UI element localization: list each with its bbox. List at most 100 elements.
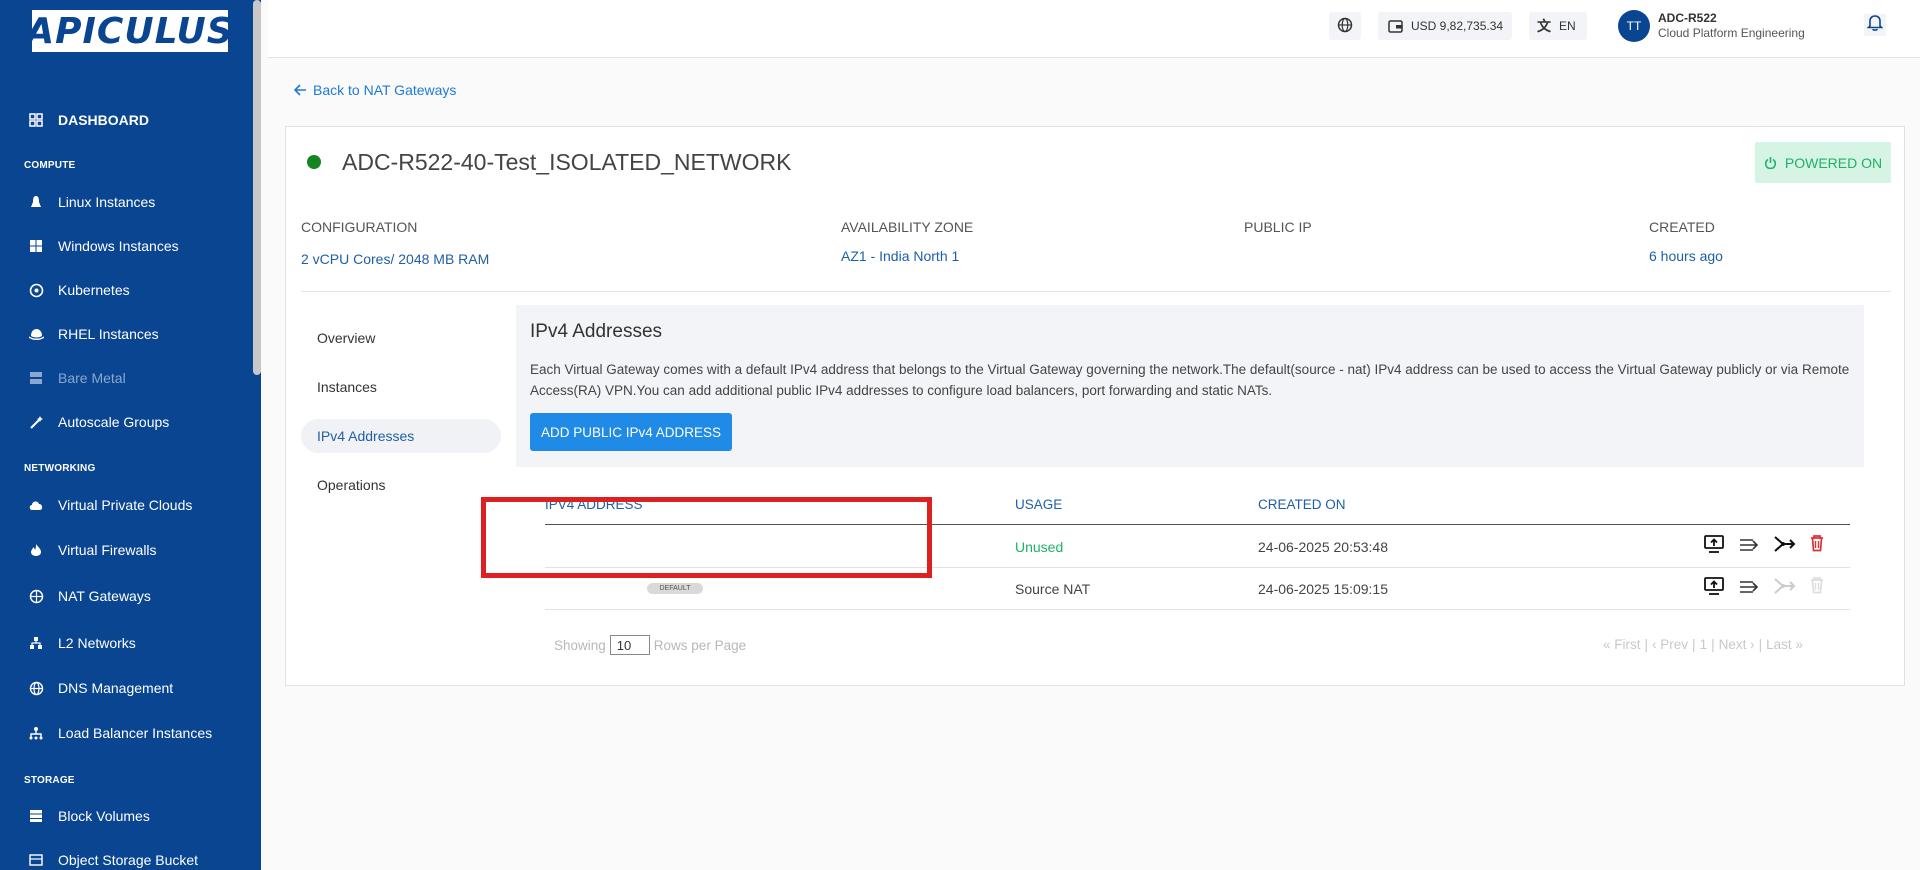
user-name: ADC-R522 xyxy=(1658,11,1717,25)
user-info[interactable]: ADC-R522 Cloud Platform Engineering xyxy=(1658,11,1805,40)
forward-lines-icon xyxy=(1739,537,1759,558)
sidebar: APICULUS DASHBOARD COMPUTE Linux Instanc… xyxy=(0,0,261,870)
static-nat-button[interactable] xyxy=(1774,535,1796,557)
arrow-left-icon xyxy=(294,84,307,96)
highlight-box xyxy=(481,497,932,578)
sidebar-item-label: Windows Instances xyxy=(58,238,179,254)
server-icon xyxy=(28,370,44,386)
sidebar-item-nat-gateways[interactable]: NAT Gateways xyxy=(0,580,261,612)
sidebar-item-label: L2 Networks xyxy=(58,635,136,651)
sidebar-item-label: Autoscale Groups xyxy=(58,414,170,430)
public-ip-label: PUBLIC IP xyxy=(1244,219,1312,235)
storage-icon xyxy=(28,808,44,824)
tab-label: Instances xyxy=(317,379,377,395)
user-org: Cloud Platform Engineering xyxy=(1658,26,1805,40)
sidebar-item-linux-instances[interactable]: Linux Instances xyxy=(0,186,261,218)
sidebar-item-label: NAT Gateways xyxy=(58,588,151,604)
row-divider xyxy=(545,609,1850,610)
sidebar-item-label: DASHBOARD xyxy=(58,112,149,128)
port-forwarding-button[interactable] xyxy=(1738,578,1760,600)
ipv4-info-panel: IPv4 Addresses Each Virtual Gateway come… xyxy=(516,305,1864,467)
column-header-usage[interactable]: USAGE xyxy=(1015,497,1062,512)
rows-per-page-control: Showing Rows per Page xyxy=(554,635,746,655)
kubernetes-icon xyxy=(28,282,44,298)
column-header-created-on[interactable]: CREATED ON xyxy=(1258,497,1346,512)
sidebar-item-kubernetes[interactable]: Kubernetes xyxy=(0,274,261,306)
sidebar-item-label: Object Storage Bucket xyxy=(58,852,199,868)
sidebar-item-label: Linux Instances xyxy=(58,194,156,210)
next-page-link[interactable]: Next › xyxy=(1719,637,1755,652)
availability-zone-label: AVAILABILITY ZONE xyxy=(841,219,974,235)
grid-icon xyxy=(28,112,44,128)
usage-cell: Unused xyxy=(1015,539,1064,555)
wallet-balance[interactable]: USD 9,82,735.34 xyxy=(1378,12,1512,40)
top-header: USD 9,82,735.34 文 EN TT ADC-R522 Cloud P… xyxy=(268,0,1920,58)
sidebar-item-autoscale-groups[interactable]: Autoscale Groups xyxy=(0,406,261,438)
translate-icon: 文 xyxy=(1537,18,1551,34)
port-forwarding-button[interactable] xyxy=(1738,536,1760,558)
apiculus-logo[interactable]: APICULUS xyxy=(26,10,233,52)
power-icon xyxy=(1764,156,1777,170)
pager-separator: | xyxy=(1692,637,1696,652)
sidebar-item-load-balancer-instances[interactable]: Load Balancer Instances xyxy=(0,717,261,749)
delete-button-disabled xyxy=(1806,576,1828,598)
tab-operations[interactable]: Operations xyxy=(301,468,501,502)
sidebar-item-label: Bare Metal xyxy=(58,370,126,386)
sidebar-item-dns-management[interactable]: DNS Management xyxy=(0,672,261,704)
notifications-button[interactable] xyxy=(1864,14,1886,36)
delete-button[interactable] xyxy=(1806,534,1828,556)
sidebar-item-object-storage-bucket[interactable]: Object Storage Bucket xyxy=(0,844,261,870)
back-to-nat-gateways-link[interactable]: Back to NAT Gateways xyxy=(294,82,456,98)
tab-label: Operations xyxy=(317,477,386,493)
avatar[interactable]: TT xyxy=(1618,10,1650,42)
divider xyxy=(301,291,1891,292)
avatar-initials: TT xyxy=(1626,19,1642,33)
pagination: « First | ‹ Prev | 1 | Next › | Last » xyxy=(1603,637,1803,652)
section-description: Each Virtual Gateway comes with a defaul… xyxy=(530,362,1850,398)
tab-ipv4-addresses[interactable]: IPv4 Addresses xyxy=(301,419,501,453)
sidebar-item-label: Block Volumes xyxy=(58,808,150,824)
magic-wand-icon xyxy=(28,414,44,430)
globe-button[interactable] xyxy=(1329,12,1361,40)
language-selector[interactable]: 文 EN xyxy=(1529,12,1587,40)
nat-arrow-icon xyxy=(1774,576,1796,601)
firewall-icon xyxy=(28,542,44,558)
rows-per-page-input[interactable] xyxy=(609,635,650,655)
back-link-text: Back to NAT Gateways xyxy=(313,82,457,98)
first-page-link[interactable]: « First xyxy=(1603,637,1641,652)
tab-instances[interactable]: Instances xyxy=(301,370,501,404)
sidebar-item-dashboard[interactable]: DASHBOARD xyxy=(0,104,261,136)
default-badge: DEFAULT xyxy=(647,583,703,594)
tab-overview[interactable]: Overview xyxy=(301,321,501,355)
sidebar-item-l2-networks[interactable]: L2 Networks xyxy=(0,627,261,659)
section-storage: STORAGE xyxy=(24,775,75,786)
monitor-upload-button[interactable] xyxy=(1703,534,1725,557)
sidebar-item-rhel-instances[interactable]: RHEL Instances xyxy=(0,318,261,350)
section-compute: COMPUTE xyxy=(24,160,76,171)
add-public-ipv4-button[interactable]: ADD PUBLIC IPv4 ADDRESS xyxy=(530,413,732,451)
sidebar-item-virtual-firewalls[interactable]: Virtual Firewalls xyxy=(0,534,261,566)
current-page[interactable]: 1 xyxy=(1700,637,1708,652)
pager-separator: | xyxy=(1644,637,1649,652)
sidebar-item-label: Load Balancer Instances xyxy=(58,725,213,741)
forward-lines-icon xyxy=(1739,579,1759,600)
status-indicator xyxy=(307,155,321,169)
created-value: 6 hours ago xyxy=(1649,248,1723,264)
balance-text: USD 9,82,735.34 xyxy=(1411,19,1504,33)
gateway-detail-card: ADC-R522-40-Test_ISOLATED_NETWORK POWERE… xyxy=(285,126,1905,686)
sidebar-item-virtual-private-clouds[interactable]: Virtual Private Clouds xyxy=(0,489,261,521)
sidebar-item-label: Virtual Firewalls xyxy=(58,542,157,558)
language-text: EN xyxy=(1559,19,1576,33)
created-on-cell: 24-06-2025 15:09:15 xyxy=(1258,581,1388,597)
section-title: IPv4 Addresses xyxy=(530,321,663,342)
logo-text: APICULUS xyxy=(26,10,234,52)
sidebar-item-bare-metal[interactable]: Bare Metal xyxy=(0,362,261,394)
sidebar-item-block-volumes[interactable]: Block Volumes xyxy=(0,800,261,832)
sidebar-item-windows-instances[interactable]: Windows Instances xyxy=(0,230,261,262)
prev-page-link[interactable]: ‹ Prev xyxy=(1652,637,1688,652)
last-page-link[interactable]: Last » xyxy=(1766,637,1803,652)
page-title: ADC-R522-40-Test_ISOLATED_NETWORK xyxy=(342,149,792,175)
monitor-upload-button[interactable] xyxy=(1703,576,1725,599)
windows-icon xyxy=(28,238,44,254)
powered-on-button[interactable]: POWERED ON xyxy=(1755,142,1891,183)
